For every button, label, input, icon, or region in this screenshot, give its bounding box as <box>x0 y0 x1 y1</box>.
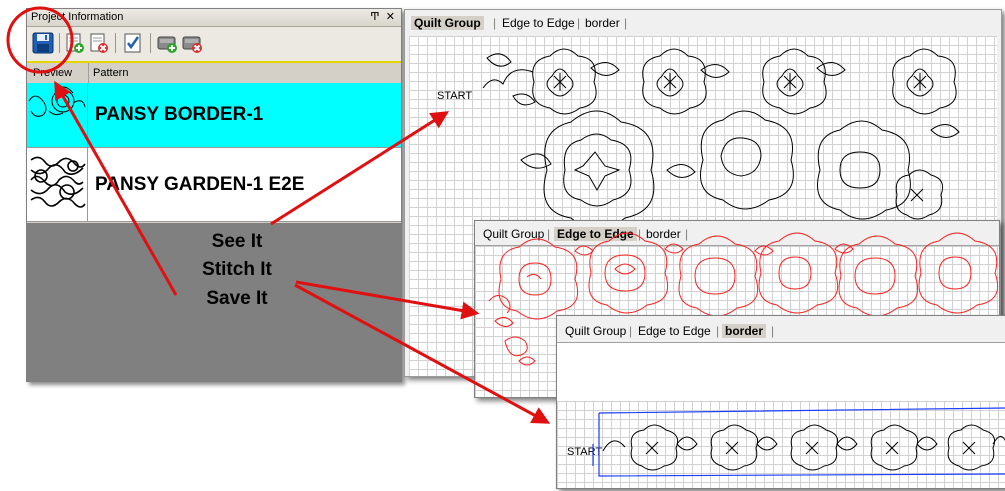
pattern-name: PANSY GARDEN-1 E2E <box>95 174 305 195</box>
pattern-row[interactable]: PANSY BORDER-1 <box>27 83 401 148</box>
checklist-icon[interactable] <box>122 32 144 54</box>
add-pattern-icon[interactable] <box>64 32 86 54</box>
panel-title: Project Information <box>31 11 124 23</box>
pattern-row[interactable]: PANSY GARDEN-1 E2E <box>27 148 401 222</box>
remove-group-icon[interactable] <box>182 32 204 54</box>
pattern-table-header: Preview Pattern <box>27 63 401 84</box>
project-information-panel: Project Information Ͳ ✕ Preview Pattern … <box>26 8 402 382</box>
pattern-preview-thumbnail <box>28 83 88 147</box>
column-header-preview[interactable]: Preview <box>33 63 72 83</box>
panel-toolbar <box>27 27 401 63</box>
close-icon[interactable]: ✕ <box>386 11 395 23</box>
panel-titlebar: Project Information Ͳ ✕ <box>27 9 401 27</box>
save-icon[interactable] <box>32 32 54 54</box>
column-header-pattern[interactable]: Pattern <box>93 63 128 83</box>
pin-icon[interactable]: Ͳ <box>370 11 379 23</box>
slogan-line: Save It <box>206 288 268 309</box>
add-group-icon[interactable] <box>157 32 179 54</box>
remove-pattern-icon[interactable] <box>88 32 110 54</box>
border-window: Quilt Group | Edge to Edge | border | ST… <box>556 315 1005 489</box>
pattern-preview-thumbnail <box>28 148 88 221</box>
slogan-line: See It <box>211 231 263 252</box>
pattern-name: PANSY BORDER-1 <box>95 104 264 125</box>
slogan-line: Stitch It <box>202 259 272 280</box>
border-pattern-drawing <box>592 407 1005 477</box>
